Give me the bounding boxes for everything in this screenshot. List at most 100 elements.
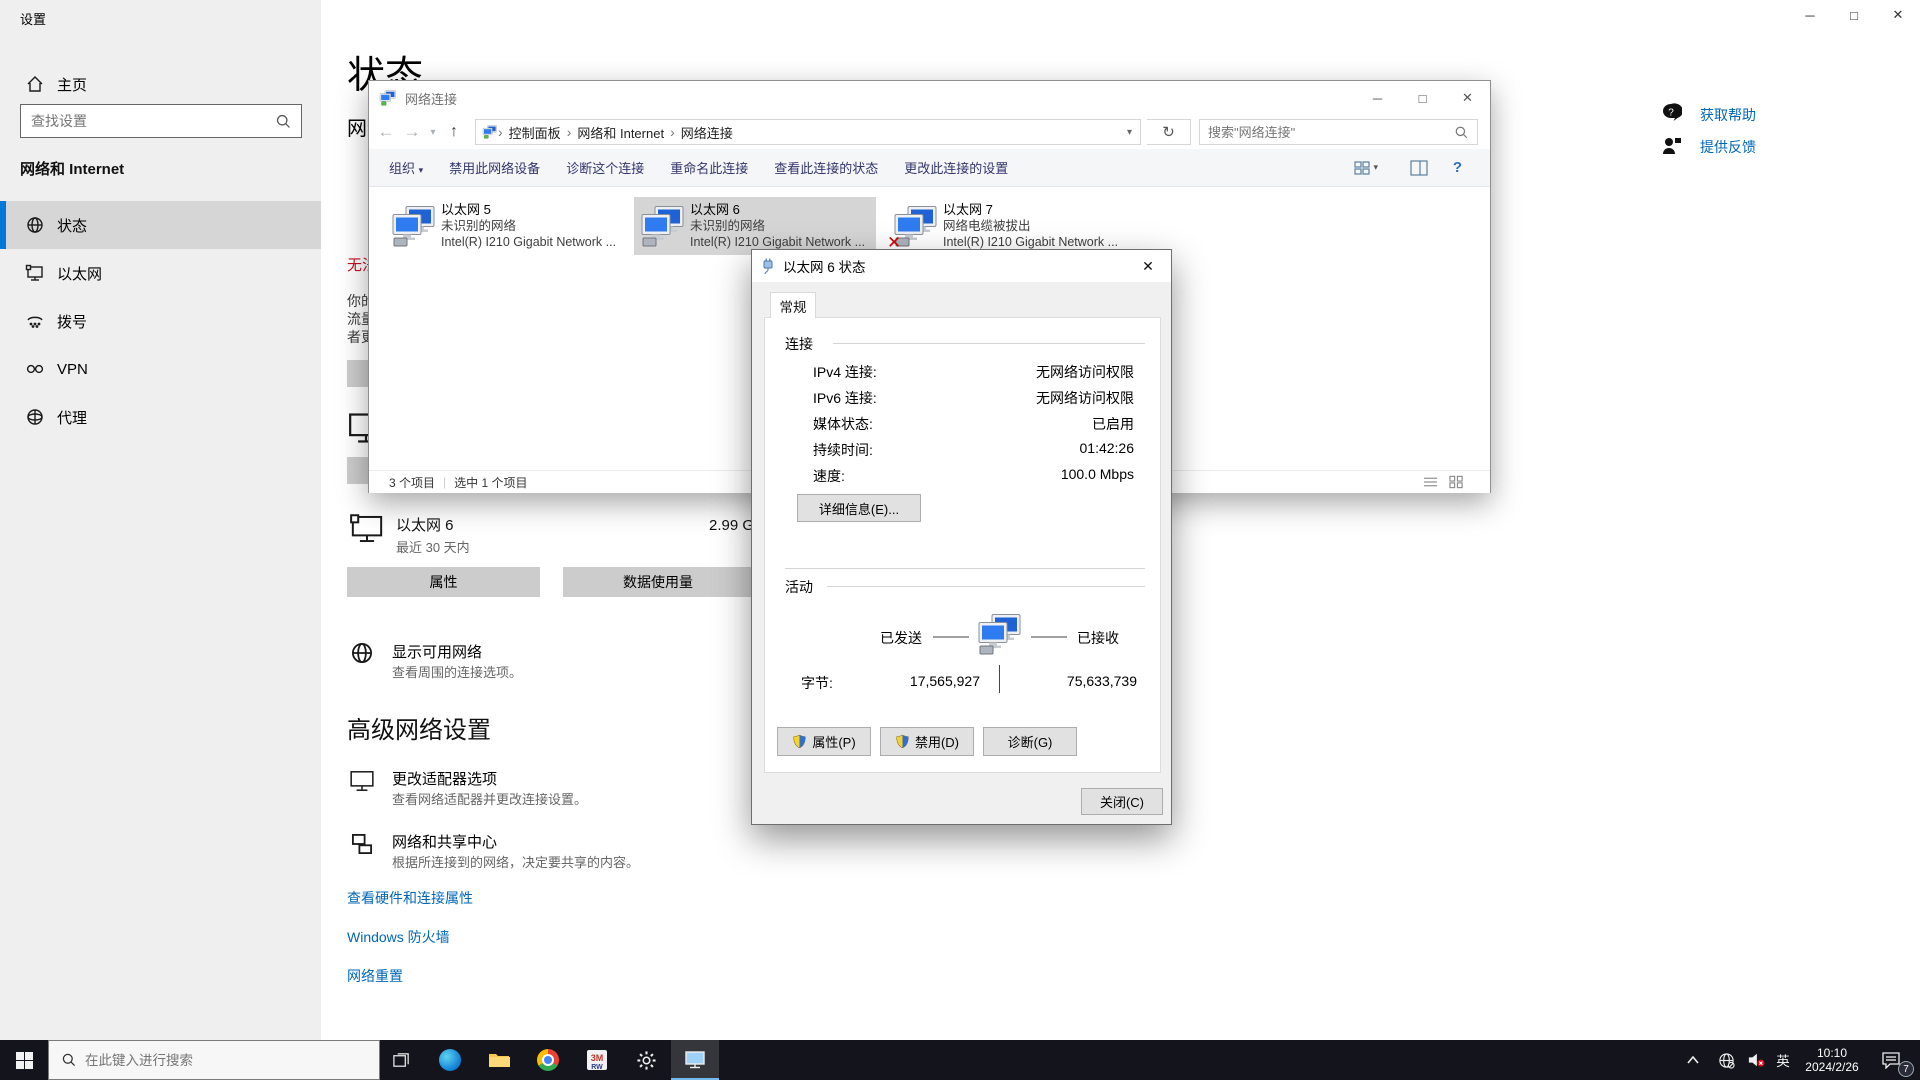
tray-expand-chevron-icon[interactable] [1680, 1040, 1706, 1080]
app-button-unknown[interactable]: 3M RW [573, 1040, 621, 1080]
sidebar-item-home[interactable]: 主页 [0, 60, 321, 108]
file-explorer-button[interactable] [475, 1040, 523, 1080]
details-view-icon[interactable] [1423, 475, 1438, 489]
organize-menu[interactable]: 组织 ▾ [389, 158, 423, 177]
search-icon [62, 1053, 76, 1067]
maximize-button[interactable]: □ [1832, 0, 1876, 30]
sidebar-item-status[interactable]: 状态 [0, 201, 321, 249]
settings-window-controls: ─ □ ✕ [1788, 0, 1920, 30]
details-button[interactable]: 详细信息(E)... [797, 494, 921, 522]
chevron-down-icon: ▾ [1373, 162, 1378, 172]
close-button[interactable]: ✕ [1876, 0, 1920, 30]
start-button[interactable] [0, 1040, 48, 1080]
tray-network-globe-icon[interactable] [1712, 1040, 1740, 1080]
sidebar-item-dialup[interactable]: 拨号 [0, 297, 321, 345]
minimize-button[interactable]: ─ [1355, 81, 1400, 115]
disable-button-label: 禁用(D) [914, 735, 960, 750]
duration-value: 01:42:26 [1079, 440, 1135, 456]
refresh-icon[interactable]: ↻ [1147, 119, 1191, 145]
adapter-tile-ethernet5[interactable]: 以太网 5 未识别的网络 Intel(R) I210 Gigabit Netwo… [385, 197, 627, 255]
recent-locations-chevron-icon[interactable]: ▾ [425, 127, 441, 138]
sidebar-item-ethernet[interactable]: 以太网 [0, 249, 321, 297]
get-help-link[interactable]: 获取帮助 [1700, 105, 1756, 125]
view-status-command[interactable]: 查看此连接的状态 [774, 158, 878, 177]
tray-volume-muted-icon[interactable] [1742, 1040, 1770, 1080]
up-icon[interactable]: ↑ [441, 123, 467, 141]
breadcrumb-network-connections[interactable]: 网络连接 [675, 123, 739, 142]
chrome-icon [537, 1049, 559, 1071]
sidebar-item-label: 主页 [57, 76, 88, 94]
change-settings-command[interactable]: 更改此连接的设置 [904, 158, 1008, 177]
taskbar-search-input[interactable] [85, 1052, 379, 1068]
close-icon[interactable]: ✕ [1125, 250, 1171, 282]
help-icon[interactable]: ? [1453, 159, 1462, 176]
disable-device-command[interactable]: 禁用此网络设备 [449, 158, 540, 177]
back-icon[interactable]: ← [373, 122, 399, 142]
uac-shield-icon [793, 734, 806, 749]
explorer-titlebar[interactable]: 网络连接 ─ □ ✕ [369, 81, 1490, 115]
sidebar-item-vpn[interactable]: VPN [0, 345, 321, 393]
taskbar-search[interactable] [48, 1040, 380, 1080]
properties-button[interactable]: 属性(P) [777, 727, 871, 756]
bytes-label: 字节: [801, 675, 833, 691]
settings-app-button[interactable] [622, 1040, 670, 1080]
task-view-button[interactable] [377, 1040, 425, 1080]
explorer-command-bar: 组织 ▾ 禁用此网络设备 诊断这个连接 重命名此连接 查看此连接的状态 更改此连… [369, 149, 1490, 187]
activity-group-label: 活动 [785, 579, 813, 595]
forward-icon[interactable]: → [399, 122, 425, 142]
settings-window-title: 设置 [20, 12, 47, 27]
tray-input-language[interactable]: 英 [1770, 1040, 1796, 1080]
show-networks-title[interactable]: 显示可用网络 [392, 641, 482, 662]
received-label: 已接收 [1077, 630, 1119, 646]
sharing-center-icon [351, 833, 373, 855]
sent-label: 已发送 [880, 630, 922, 646]
adapter-name: 以太网 7 [943, 202, 993, 217]
chrome-browser-button[interactable] [524, 1040, 572, 1080]
search-icon [276, 114, 290, 128]
sharing-center-title[interactable]: 网络和共享中心 [392, 831, 497, 852]
explorer-search-input[interactable] [1200, 124, 1454, 140]
disable-button[interactable]: 禁用(D) [880, 727, 974, 756]
get-help-icon: ? [1663, 103, 1682, 121]
svg-text:?: ? [1668, 108, 1674, 119]
preview-pane-icon[interactable] [1410, 159, 1428, 176]
address-bar[interactable]: › 控制面板 › 网络和 Internet › 网络连接 ▾ [475, 119, 1141, 145]
adapter-network: 未识别的网络 [441, 219, 517, 233]
network-reset-link[interactable]: 网络重置 [347, 966, 403, 986]
network-connections-taskbar-button[interactable] [671, 1040, 719, 1080]
close-dialog-button[interactable]: 关闭(C) [1081, 788, 1163, 815]
maximize-button[interactable]: □ [1400, 81, 1445, 115]
properties-button[interactable]: 属性 [347, 567, 540, 597]
edge-browser-button[interactable] [426, 1040, 474, 1080]
media-state-label: 媒体状态: [813, 416, 873, 432]
adapter-options-title[interactable]: 更改适配器选项 [392, 768, 497, 789]
dialog-titlebar[interactable]: 以太网 6 状态 ✕ [752, 250, 1171, 282]
data-usage-button[interactable]: 数据使用量 [563, 567, 753, 597]
breadcrumb-network-internet[interactable]: 网络和 Internet [571, 123, 670, 142]
feedback-link[interactable]: 提供反馈 [1700, 137, 1756, 157]
diagnose-connection-command[interactable]: 诊断这个连接 [566, 158, 644, 177]
ethernet-monitor-icon [350, 514, 383, 543]
rename-connection-command[interactable]: 重命名此连接 [670, 158, 748, 177]
proxy-globe-icon [27, 409, 43, 425]
address-dropdown-chevron-icon[interactable]: ▾ [1127, 127, 1132, 138]
adapter-tile-ethernet7[interactable]: ✕ 以太网 7 网络电缆被拔出 Intel(R) I210 Gigabit Ne… [887, 197, 1129, 255]
adapter-tile-ethernet6[interactable]: 以太网 6 未识别的网络 Intel(R) I210 Gigabit Netwo… [634, 197, 876, 255]
selected-accent-bar [0, 201, 6, 249]
settings-search[interactable] [20, 104, 302, 138]
hardware-properties-link[interactable]: 查看硬件和连接属性 [347, 888, 473, 908]
diagnose-button[interactable]: 诊断(G) [983, 727, 1077, 756]
sidebar-item-proxy[interactable]: 代理 [0, 393, 321, 441]
explorer-search[interactable] [1199, 119, 1478, 145]
divider [833, 343, 1145, 344]
sidebar-item-label: 代理 [57, 409, 88, 427]
windows-firewall-link[interactable]: Windows 防火墙 [347, 927, 450, 947]
settings-search-input[interactable] [21, 113, 275, 129]
tab-general[interactable]: 常规 [770, 292, 816, 318]
tray-clock[interactable]: 10:10 2024/2/26 [1796, 1040, 1868, 1080]
large-icons-view-icon[interactable] [1449, 475, 1464, 489]
minimize-button[interactable]: ─ [1788, 0, 1832, 30]
breadcrumb-control-panel[interactable]: 控制面板 [503, 123, 567, 142]
close-button[interactable]: ✕ [1445, 81, 1490, 115]
change-view-button[interactable]: ▾ [1354, 160, 1378, 176]
